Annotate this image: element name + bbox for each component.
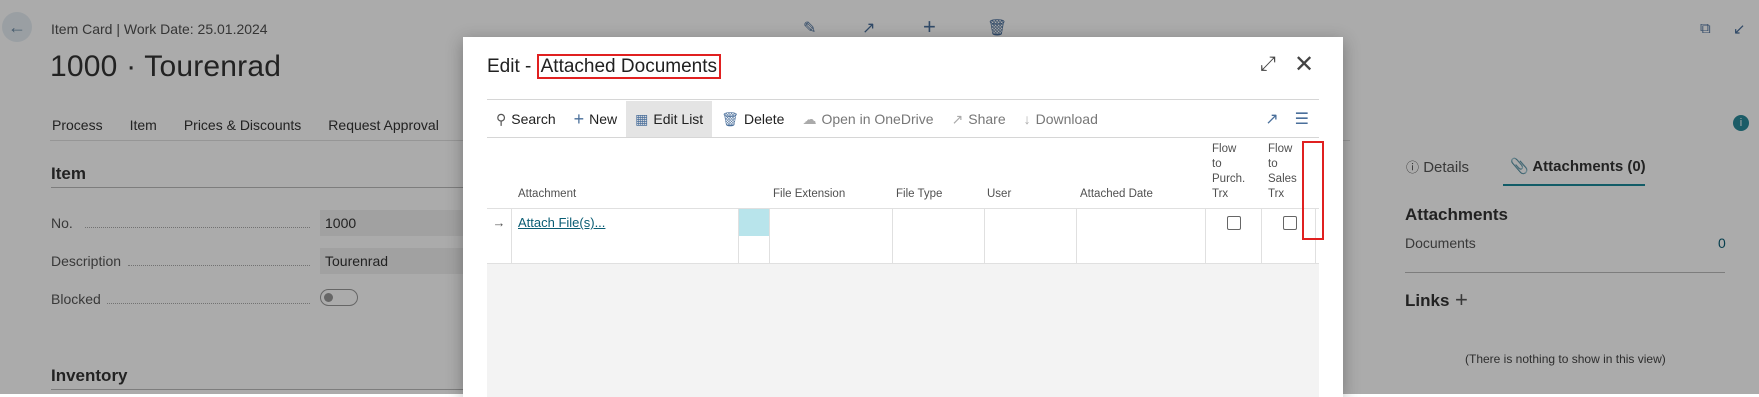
divider: [487, 99, 1319, 100]
search-button[interactable]: ⚲ Search: [487, 101, 565, 137]
col-file-extension[interactable]: File Extension: [773, 187, 845, 202]
download-icon: ↓: [1023, 111, 1031, 127]
new-button[interactable]: + New: [565, 101, 627, 137]
table-row: [487, 236, 1319, 264]
table-row: → Attach File(s)...: [487, 208, 1319, 237]
selected-cell[interactable]: [739, 209, 770, 236]
col-flow-to-sales-trx[interactable]: Flow to Sales Trx: [1268, 142, 1297, 202]
col-attached-date[interactable]: Attached Date: [1080, 187, 1153, 202]
attachment-cell: Attach File(s)...: [512, 209, 739, 236]
attached-date-cell[interactable]: [1077, 236, 1206, 263]
share-button[interactable]: ↗ Share: [943, 101, 1015, 137]
share-icon: ↗: [951, 110, 964, 127]
plus-icon: +: [573, 108, 585, 129]
search-icon: ⚲: [496, 110, 507, 127]
attached-documents-dialog: Edit - Attached Documents ⤢ ✕ ⚲ Search +…: [463, 37, 1343, 397]
user-cell[interactable]: [985, 236, 1077, 263]
cloud-icon: ☁: [802, 110, 817, 127]
file-extension-cell[interactable]: [770, 209, 893, 236]
col-flow-to-purch-trx[interactable]: Flow to Purch. Trx: [1212, 142, 1245, 202]
expand-icon[interactable]: ⤢: [1260, 53, 1276, 76]
dialog-toolbar: ⚲ Search + New ▦ Edit List 🗑 Delete ☁ Op…: [487, 101, 1319, 137]
col-file-type[interactable]: File Type: [896, 187, 942, 202]
flow-purch-cell[interactable]: [1206, 236, 1262, 263]
file-type-cell[interactable]: [893, 236, 985, 263]
flow-to-purch-checkbox[interactable]: [1227, 216, 1241, 230]
close-icon[interactable]: ✕: [1294, 50, 1314, 79]
attached-date-cell[interactable]: [1077, 209, 1206, 236]
attachment-cell[interactable]: [512, 236, 739, 263]
row-indicator-arrow-icon: →: [487, 209, 512, 236]
edit-list-icon: ▦: [635, 110, 649, 127]
user-cell[interactable]: [985, 209, 1077, 236]
col-user[interactable]: User: [987, 187, 1011, 202]
share-page-icon[interactable]: ↗: [1265, 109, 1278, 129]
dialog-title: Edit - Attached Documents: [487, 54, 721, 79]
edit-list-button[interactable]: ▦ Edit List: [626, 101, 713, 137]
download-button[interactable]: ↓ Download: [1015, 101, 1107, 137]
flow-to-sales-checkbox[interactable]: [1283, 216, 1297, 230]
list-view-icon[interactable]: ☰: [1295, 109, 1309, 129]
grid-header: Attachment File Extension File Type User…: [487, 138, 1319, 208]
flow-purch-cell: [1206, 209, 1262, 236]
open-in-onedrive-button[interactable]: ☁ Open in OneDrive: [793, 101, 942, 137]
delete-button[interactable]: 🗑 Delete: [712, 101, 793, 137]
file-extension-cell[interactable]: [770, 236, 893, 263]
row-indicator: [487, 236, 512, 263]
trash-icon: 🗑: [721, 110, 739, 127]
empty-cell[interactable]: [739, 236, 770, 263]
file-type-cell[interactable]: [893, 209, 985, 236]
attach-files-link[interactable]: Attach File(s)...: [512, 215, 605, 230]
highlight-box: [1302, 141, 1324, 240]
col-attachment[interactable]: Attachment: [518, 187, 576, 202]
toolbar-right: ↗ ☰: [1265, 109, 1309, 129]
flow-sales-cell[interactable]: [1262, 236, 1316, 263]
attachments-grid: Attachment File Extension File Type User…: [487, 138, 1319, 397]
dialog-title-highlight: Attached Documents: [536, 54, 721, 79]
